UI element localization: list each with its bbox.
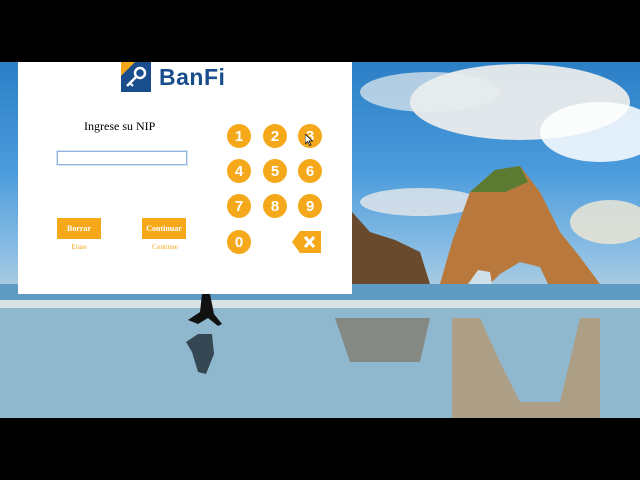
key-icon — [121, 62, 151, 92]
brand-name: BanFi — [159, 63, 226, 90]
keypad-key-4[interactable]: 4 — [227, 159, 251, 183]
keypad-key-0[interactable]: 0 — [227, 230, 251, 254]
keypad-key-6[interactable]: 6 — [298, 159, 322, 183]
keypad-key-7[interactable]: 7 — [227, 194, 251, 218]
letterbox-bottom — [0, 418, 640, 480]
keypad-key-8[interactable]: 8 — [263, 194, 287, 218]
keypad-key-5[interactable]: 5 — [263, 159, 287, 183]
backspace-x-icon[interactable] — [292, 231, 321, 253]
pin-login-panel: BanFi Ingrese su NIP Borrar Erase Contin… — [18, 62, 352, 294]
erase-sublabel: Erase — [71, 243, 87, 251]
brand-logo: BanFi — [121, 62, 225, 92]
pin-prompt: Ingrese su NIP — [84, 119, 156, 133]
keypad-key-2[interactable]: 2 — [263, 124, 287, 148]
continue-sublabel: Continue — [152, 243, 178, 251]
mouse-cursor-icon — [304, 133, 314, 147]
keypad-key-9[interactable]: 9 — [298, 194, 322, 218]
keypad-key-1[interactable]: 1 — [227, 124, 251, 148]
continue-button[interactable]: Continuar — [142, 218, 186, 239]
erase-button[interactable]: Borrar — [57, 218, 101, 239]
pin-input[interactable] — [56, 150, 188, 166]
